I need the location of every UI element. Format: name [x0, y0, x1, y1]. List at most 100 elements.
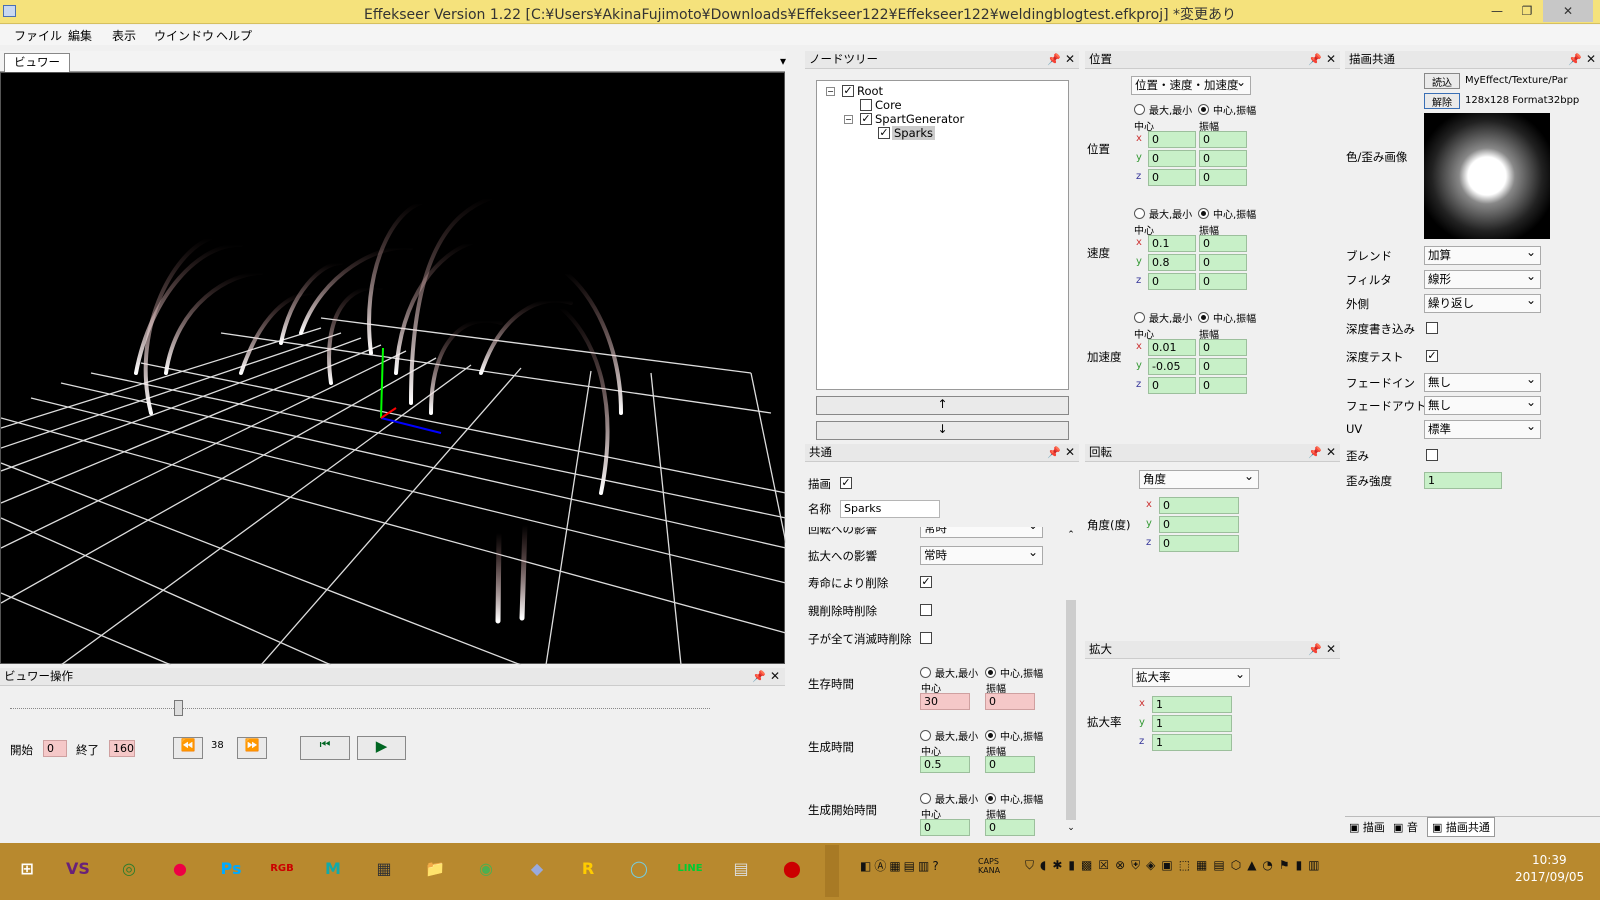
- y-amp-input[interactable]: 0: [1199, 358, 1247, 375]
- remove-life-checkbox[interactable]: ✓: [920, 576, 932, 588]
- rewind-button[interactable]: ⏪: [173, 737, 203, 759]
- center-radio[interactable]: [985, 730, 996, 741]
- menu-help[interactable]: ヘルプ: [216, 27, 252, 44]
- end-frame-input[interactable]: 160: [109, 740, 135, 757]
- rotation-x-input[interactable]: 0: [1159, 497, 1239, 514]
- photoshop-icon[interactable]: Ps: [212, 849, 250, 887]
- z-amp-input[interactable]: 0: [1199, 169, 1247, 186]
- close-button[interactable]: ✕: [1543, 0, 1593, 22]
- y-center-input[interactable]: -0.05: [1148, 358, 1196, 375]
- y-amp-input[interactable]: 0: [1199, 150, 1247, 167]
- timeline-track[interactable]: [10, 708, 710, 709]
- move-up-button[interactable]: ↑: [816, 396, 1069, 415]
- uv-select[interactable]: 標準: [1424, 418, 1541, 439]
- film-icon[interactable]: ▦: [365, 849, 403, 887]
- gen_start-amp-input[interactable]: 0: [985, 819, 1035, 836]
- close-icon[interactable]: ✕: [1065, 444, 1075, 461]
- close-icon[interactable]: ✕: [770, 668, 780, 685]
- minmax-radio[interactable]: [1134, 312, 1145, 323]
- pin-icon[interactable]: 📌: [1308, 51, 1322, 68]
- pin-icon[interactable]: 📌: [1308, 444, 1322, 461]
- x-amp-input[interactable]: 0: [1199, 339, 1247, 356]
- move-down-button[interactable]: ↓: [816, 421, 1069, 440]
- blend-select[interactable]: 加算: [1424, 244, 1541, 265]
- scrollbar-thumb[interactable]: [1066, 600, 1076, 820]
- collapse-icon[interactable]: −: [826, 87, 835, 96]
- center-radio[interactable]: [985, 793, 996, 804]
- z-amp-input[interactable]: 0: [1199, 377, 1247, 394]
- center-radio[interactable]: [1198, 312, 1209, 323]
- forward-button[interactable]: ⏩: [237, 737, 267, 759]
- y-amp-input[interactable]: 0: [1199, 254, 1247, 271]
- restore-button[interactable]: ❐: [1512, 0, 1542, 22]
- menu-file[interactable]: ファイル: [14, 27, 62, 44]
- node-sparks-checkbox[interactable]: ✓: [878, 127, 890, 139]
- close-icon[interactable]: ✕: [1065, 51, 1075, 68]
- menu-edit[interactable]: 編集: [68, 27, 92, 44]
- distortion-checkbox[interactable]: [1426, 449, 1438, 461]
- color-app-icon[interactable]: ●: [161, 849, 199, 887]
- center-radio[interactable]: [1198, 104, 1209, 115]
- node-tree-view[interactable]: − ✓ Root Core − ✓ SpartGenerator ✓ Spark…: [816, 80, 1069, 390]
- start-frame-input[interactable]: 0: [43, 740, 67, 757]
- z-center-input[interactable]: 0: [1148, 169, 1196, 186]
- name-input[interactable]: Sparks: [840, 500, 940, 518]
- start-icon[interactable]: ⊞: [8, 849, 46, 887]
- scale-x-input[interactable]: 1: [1152, 696, 1232, 713]
- rotation-mode-select[interactable]: 角度: [1139, 468, 1259, 489]
- z-amp-input[interactable]: 0: [1199, 273, 1247, 290]
- y-center-input[interactable]: 0: [1148, 150, 1196, 167]
- x-center-input[interactable]: 0.1: [1148, 235, 1196, 252]
- minmax-radio[interactable]: [1134, 104, 1145, 115]
- app-icon[interactable]: ◎: [110, 849, 148, 887]
- pin-icon[interactable]: 📌: [1308, 641, 1322, 658]
- x-center-input[interactable]: 0: [1148, 131, 1196, 148]
- scale-z-input[interactable]: 1: [1152, 734, 1232, 751]
- app-icon[interactable]: R: [569, 849, 607, 887]
- depth-write-checkbox[interactable]: [1426, 322, 1438, 334]
- x-center-input[interactable]: 0.01: [1148, 339, 1196, 356]
- app-icon[interactable]: ◆: [518, 849, 556, 887]
- close-icon[interactable]: ✕: [1326, 51, 1336, 68]
- depth-test-checkbox[interactable]: ✓: [1426, 350, 1438, 362]
- x-amp-input[interactable]: 0: [1199, 131, 1247, 148]
- x-amp-input[interactable]: 0: [1199, 235, 1247, 252]
- rotation-z-input[interactable]: 0: [1159, 535, 1239, 552]
- common-scrollbar[interactable]: ⌃ ⌄: [1065, 530, 1077, 836]
- explorer-icon[interactable]: 📁: [416, 849, 454, 887]
- load-texture-button[interactable]: 読込: [1424, 73, 1460, 89]
- node-spartgenerator-checkbox[interactable]: ✓: [860, 113, 872, 125]
- center-radio[interactable]: [985, 667, 996, 678]
- node-spartgenerator[interactable]: SpartGenerator: [875, 112, 964, 126]
- minmax-radio[interactable]: [920, 793, 931, 804]
- node-core-checkbox[interactable]: [860, 99, 872, 111]
- filter-select[interactable]: 線形: [1424, 268, 1541, 289]
- pin-icon[interactable]: 📌: [1568, 51, 1582, 68]
- circle-app-icon[interactable]: ◯: [620, 849, 658, 887]
- gen_start-center-input[interactable]: 0: [920, 819, 970, 836]
- scroll-down-icon[interactable]: ⌄: [1065, 823, 1077, 833]
- distortion-strength-input[interactable]: 1: [1424, 472, 1502, 489]
- record-icon[interactable]: ⬤: [773, 849, 811, 887]
- center-radio[interactable]: [1198, 208, 1209, 219]
- fadeout-select[interactable]: 無し: [1424, 394, 1541, 415]
- taskbar-scroll[interactable]: [825, 845, 839, 897]
- position-mode-select[interactable]: 位置・速度・加速度: [1131, 74, 1251, 95]
- z-center-input[interactable]: 0: [1148, 377, 1196, 394]
- wrap-select[interactable]: 繰り返し: [1424, 292, 1541, 313]
- node-sparks[interactable]: Sparks: [892, 126, 936, 140]
- timeline-slider-thumb[interactable]: [174, 700, 183, 716]
- viewer-dropdown-icon[interactable]: ▾: [780, 54, 786, 68]
- close-icon[interactable]: ✕: [1586, 51, 1596, 68]
- to-start-button[interactable]: ⏮: [300, 736, 350, 760]
- unload-texture-button[interactable]: 解除: [1424, 93, 1460, 109]
- pin-icon[interactable]: 📌: [1047, 51, 1061, 68]
- menu-view[interactable]: 表示: [112, 27, 136, 44]
- node-root-checkbox[interactable]: ✓: [842, 85, 854, 97]
- tray-icons-right[interactable]: ⛉◖✱▮▩☒⊗⛨◈▣⬚▦▤⬡▲◔⚑▮▥: [1025, 858, 1326, 873]
- node-root[interactable]: Root: [857, 84, 883, 98]
- tab-render[interactable]: ▣ 描画: [1349, 819, 1385, 835]
- scale-y-input[interactable]: 1: [1152, 715, 1232, 732]
- menu-window[interactable]: ウインドウ: [154, 27, 214, 44]
- rgb-checker-icon[interactable]: RGB: [263, 849, 301, 887]
